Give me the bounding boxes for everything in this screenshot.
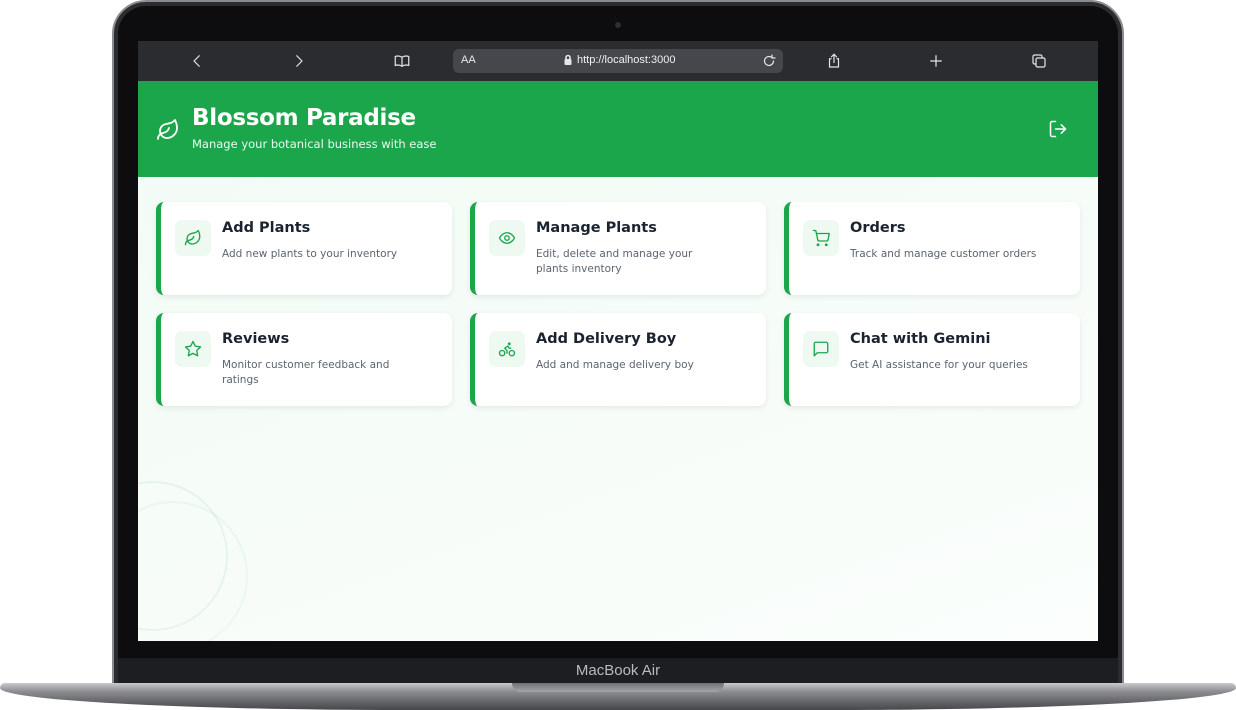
app-subtitle: Manage your botanical business with ease: [192, 137, 437, 151]
card-orders[interactable]: Orders Track and manage customer orders: [784, 202, 1080, 295]
card-description: Edit, delete and manage your plants inve…: [536, 248, 693, 275]
back-icon[interactable]: [187, 51, 207, 71]
reload-icon[interactable]: [760, 52, 778, 70]
card-title: Add Delivery Boy: [536, 331, 677, 347]
card-reviews[interactable]: Reviews Monitor customer feedback and ra…: [156, 313, 452, 406]
forward-icon[interactable]: [289, 51, 309, 71]
cart-icon: [803, 220, 839, 256]
address-bar[interactable]: AA http://localhost:3000: [453, 49, 783, 73]
card-description: Add and manage delivery boy: [536, 359, 694, 371]
card-manage-plants[interactable]: Manage Plants Edit, delete and manage yo…: [470, 202, 766, 295]
card-description: Get AI assistance for your queries: [850, 359, 1028, 371]
leaf-logo-icon: [156, 118, 180, 142]
card-title: Manage Plants: [536, 220, 657, 236]
card-chat-with-gemini[interactable]: Chat with Gemini Get AI assistance for y…: [784, 313, 1080, 406]
logout-icon[interactable]: [1048, 119, 1070, 141]
eye-icon: [489, 220, 525, 256]
card-title: Add Plants: [222, 220, 311, 236]
card-title: Orders: [850, 220, 906, 236]
card-description: Track and manage customer orders: [850, 248, 1037, 260]
share-icon[interactable]: [824, 51, 844, 71]
new-tab-icon[interactable]: [926, 51, 946, 71]
card-add-delivery-boy[interactable]: Add Delivery Boy Add and manage delivery…: [470, 313, 766, 406]
app-title: Blossom Paradise: [192, 105, 416, 131]
text-size-button[interactable]: AA: [461, 54, 476, 66]
browser-toolbar: AA http://localhost:3000: [138, 41, 1098, 81]
card-title: Reviews: [222, 331, 290, 347]
camera: [615, 22, 621, 28]
star-icon: [175, 331, 211, 367]
card-add-plants[interactable]: Add Plants Add new plants to your invent…: [156, 202, 452, 295]
bike-icon: [489, 331, 525, 367]
card-title: Chat with Gemini: [850, 331, 991, 347]
decorative-circle: [138, 501, 248, 641]
device-label: MacBook Air: [575, 662, 661, 679]
card-description: Monitor customer feedback and ratings: [222, 359, 390, 386]
lock-icon: [564, 54, 572, 65]
url-text: http://localhost:3000: [577, 54, 676, 66]
message-icon: [803, 331, 839, 367]
screen: AA http://localhost:3000 Blossom Paradis…: [138, 41, 1098, 641]
reader-book-icon[interactable]: [392, 51, 412, 71]
dashboard-page: Blossom Paradise Manage your botanical b…: [138, 81, 1098, 641]
laptop-notch: [512, 683, 724, 692]
leaf-icon: [175, 220, 211, 256]
app-header: Blossom Paradise Manage your botanical b…: [138, 81, 1098, 177]
tabs-overview-icon[interactable]: [1029, 51, 1049, 71]
card-description: Add new plants to your inventory: [222, 248, 398, 260]
